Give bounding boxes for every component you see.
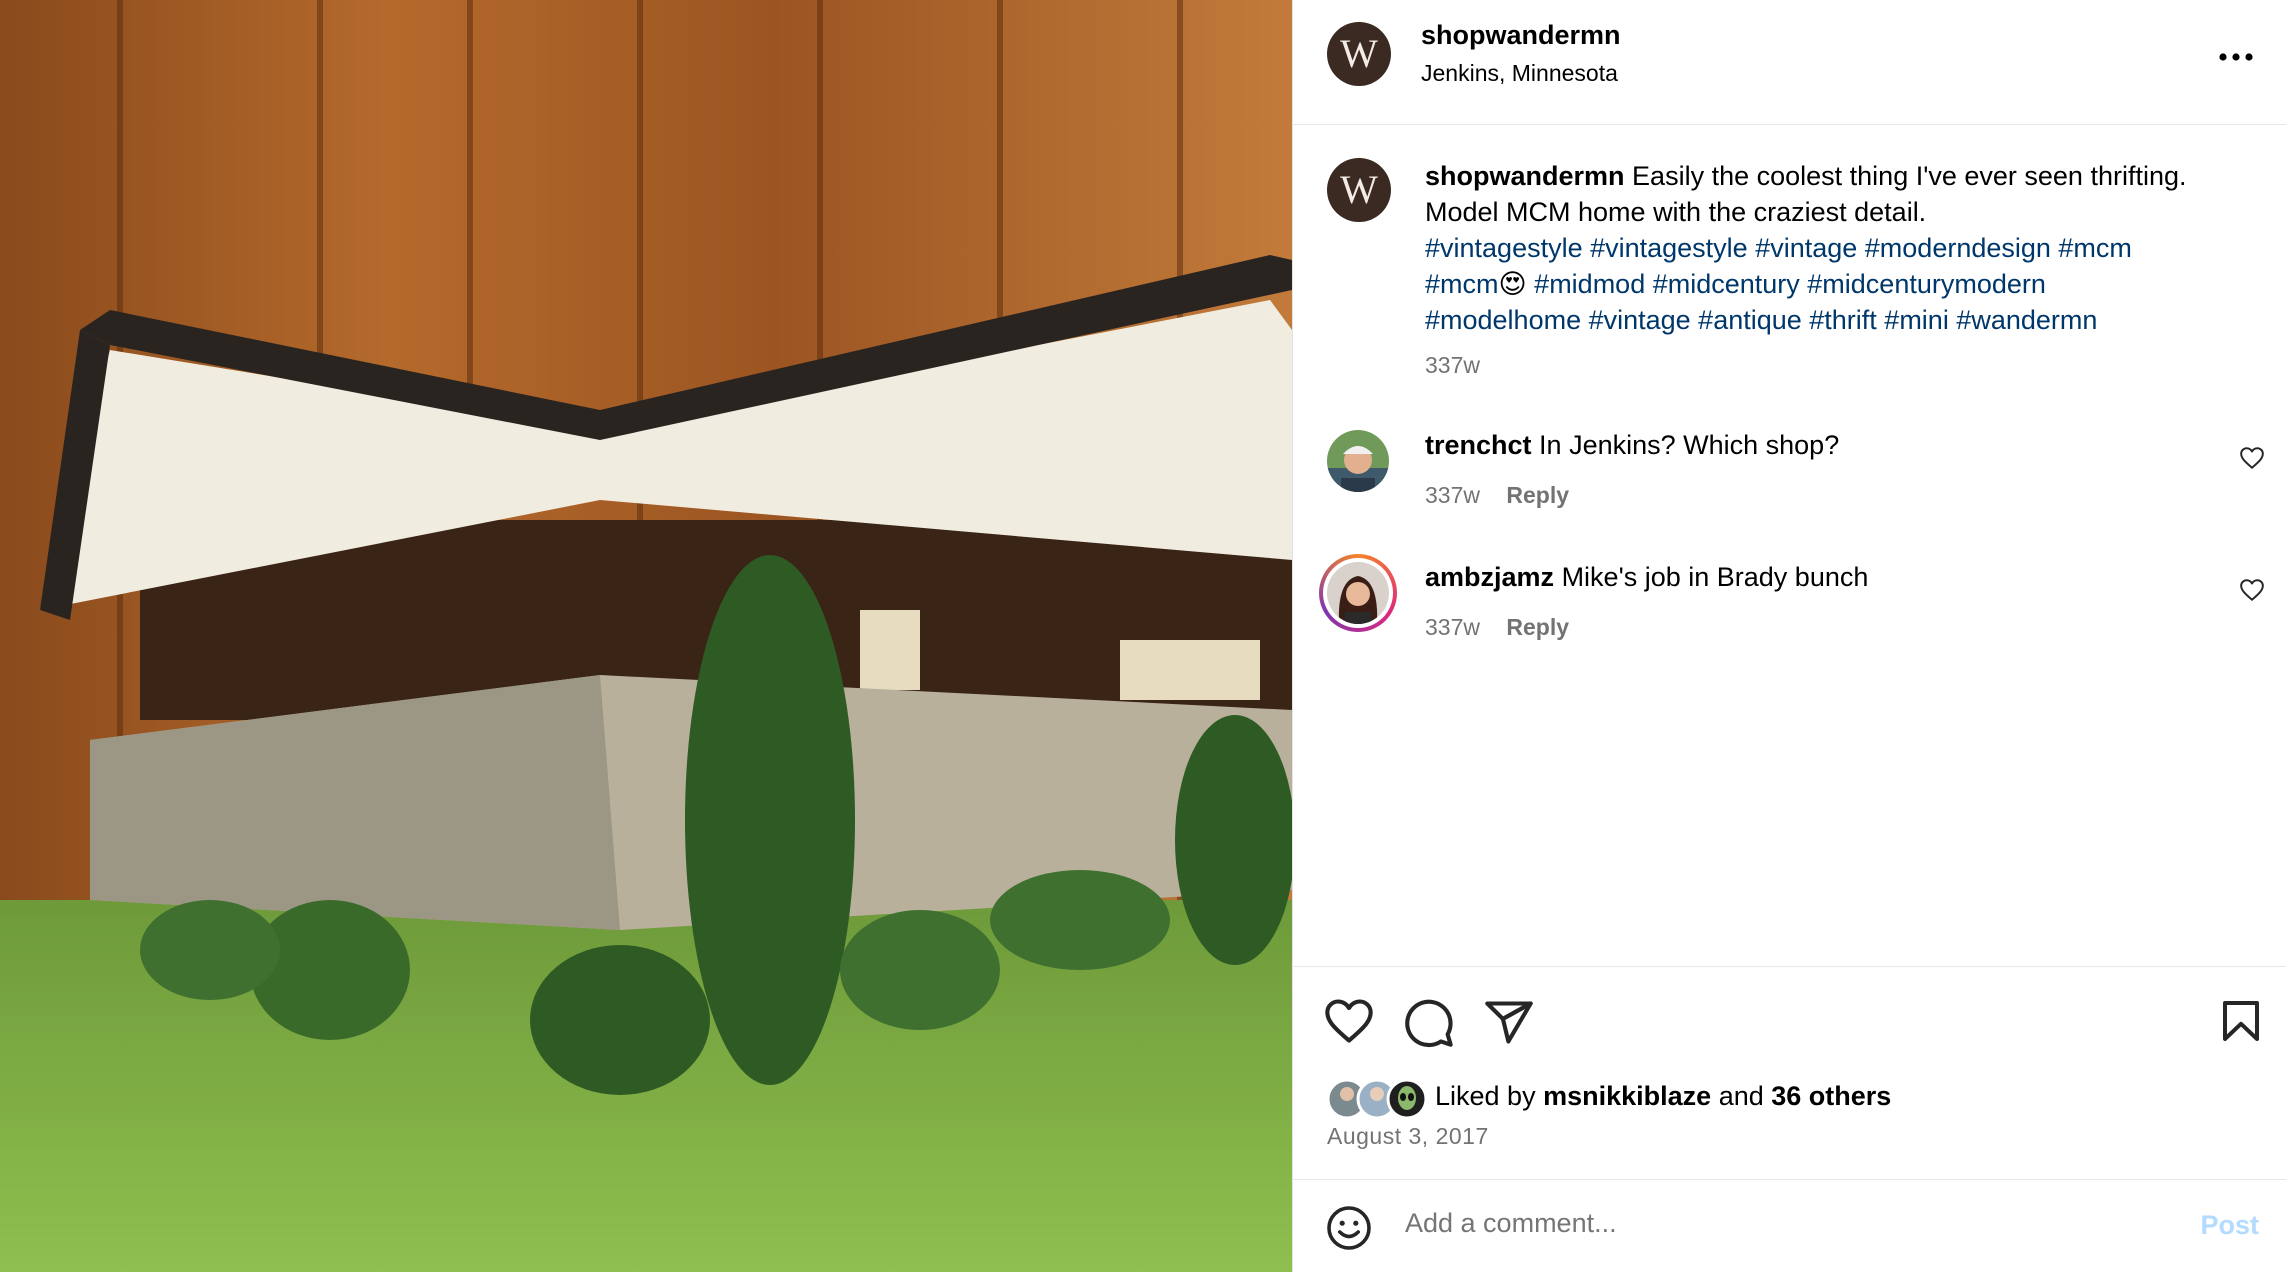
share-icon[interactable]	[1483, 997, 1535, 1054]
caption: shopwandermn Easily the coolest thing I'…	[1425, 158, 2245, 338]
avatar-letter: W	[1340, 167, 1378, 212]
comment-username[interactable]: trenchct	[1425, 430, 1532, 460]
avatar-letter: W	[1340, 31, 1378, 76]
post-image[interactable]	[0, 0, 1292, 1272]
more-icon[interactable]	[2219, 36, 2253, 66]
commenter-avatar	[1327, 562, 1389, 624]
comment-time[interactable]: 337w	[1425, 614, 1480, 640]
post-header: W shopwandermn Jenkins, Minnesota	[1293, 0, 2286, 125]
comment-text-row: trenchct In Jenkins? Which shop?	[1425, 430, 1839, 461]
liked-by-text: Liked by msnikkiblaze and 36 others	[1435, 1081, 1891, 1112]
commenter-story-ring[interactable]	[1319, 554, 1397, 632]
commenter-avatar[interactable]	[1327, 430, 1389, 492]
caption-hashtags-line1[interactable]: #vintagestyle #vintagestyle #vintage #mo…	[1425, 233, 2132, 263]
comment-time[interactable]: 337w	[1425, 482, 1480, 508]
bookmark-icon[interactable]	[2217, 995, 2265, 1052]
comment-like-heart-icon[interactable]	[2239, 446, 2265, 475]
caption-hashtags-line3[interactable]: #modelhome #vintage #antique #thrift #mi…	[1425, 305, 2097, 335]
header-username[interactable]: shopwandermn	[1421, 20, 1621, 51]
comment-meta: 337w Reply	[1425, 614, 1569, 641]
emoji-icon[interactable]	[1325, 1204, 1373, 1257]
caption-username[interactable]: shopwandermn	[1425, 161, 1625, 191]
comment-text: Mike's job in Brady bunch	[1561, 562, 1869, 592]
comment-username[interactable]: ambzjamz	[1425, 562, 1554, 592]
comment-text-row: ambzjamz Mike's job in Brady bunch	[1425, 562, 1868, 593]
comment-icon[interactable]	[1403, 997, 1455, 1054]
model-house-photo	[0, 0, 1292, 1272]
liked-by-avatars[interactable]	[1326, 1077, 1431, 1121]
add-comment-input[interactable]	[1405, 1208, 2105, 1239]
comment-composer: Post	[1293, 1180, 2286, 1272]
header-location[interactable]: Jenkins, Minnesota	[1421, 60, 1618, 87]
liked-by-prefix: Liked by	[1435, 1081, 1536, 1111]
comment-text: In Jenkins? Which shop?	[1539, 430, 1840, 460]
liked-by-user[interactable]: msnikkiblaze	[1543, 1081, 1711, 1111]
heart-icon[interactable]	[1323, 997, 1375, 1050]
comment-meta: 337w Reply	[1425, 482, 1569, 509]
comment-item: trenchct In Jenkins? Which shop? 337w Re…	[1293, 430, 2286, 540]
account-avatar[interactable]: W	[1327, 22, 1391, 86]
heart-eyes-emoji: 😍	[1498, 269, 1527, 299]
post-side-panel: W shopwandermn Jenkins, Minnesota W shop…	[1292, 0, 2286, 1272]
caption-avatar[interactable]: W	[1327, 158, 1391, 222]
liked-by-others[interactable]: 36 others	[1771, 1081, 1891, 1111]
reply-button[interactable]: Reply	[1506, 614, 1569, 640]
reply-button[interactable]: Reply	[1506, 482, 1569, 508]
caption-hashtags-line2[interactable]: #midmod #midcentury #midcenturymodern	[1534, 269, 2046, 299]
caption-time[interactable]: 337w	[1425, 352, 1480, 379]
comment-item: ambzjamz Mike's job in Brady bunch 337w …	[1293, 554, 2286, 672]
caption-hashtag-mcm[interactable]: #mcm	[1425, 269, 1499, 299]
post-date[interactable]: August 3, 2017	[1327, 1123, 1489, 1150]
comment-like-heart-icon[interactable]	[2239, 578, 2265, 607]
post-comment-button[interactable]: Post	[2200, 1210, 2259, 1241]
post-actions: Liked by msnikkiblaze and 36 others Augu…	[1293, 966, 2286, 1180]
liked-by-joiner: and	[1718, 1081, 1764, 1111]
